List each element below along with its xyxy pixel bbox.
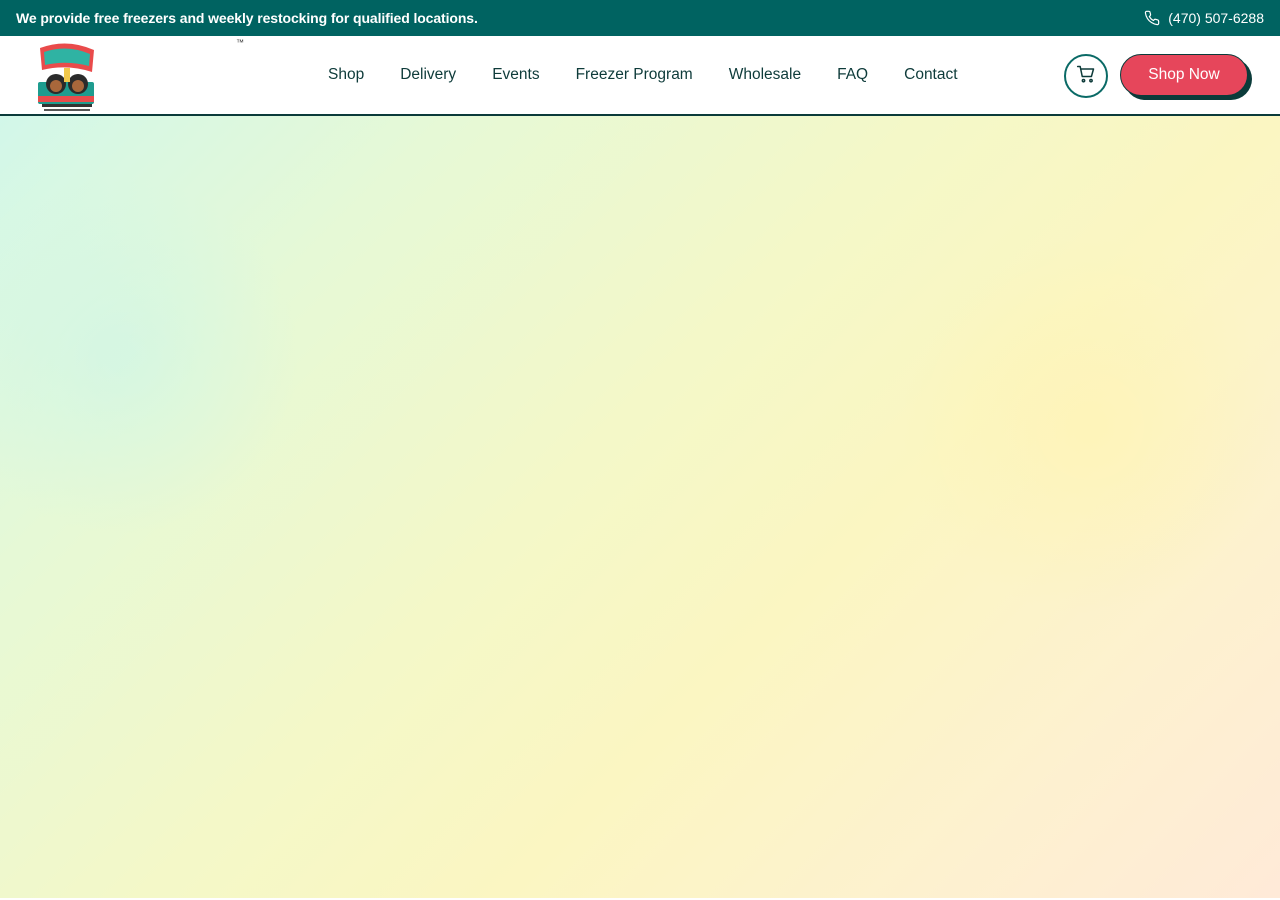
nav-contact[interactable]: Contact <box>886 66 975 84</box>
trademark-symbol: ™ <box>236 38 244 47</box>
phone-number: (470) 507-6288 <box>1168 10 1264 26</box>
cart-button[interactable] <box>1064 54 1108 98</box>
site-header: ™ Shop Delivery Events Freezer Program W… <box>0 36 1280 116</box>
shop-now-button[interactable]: Shop Now <box>1120 54 1248 96</box>
nav-faq[interactable]: FAQ <box>819 66 886 84</box>
cart-icon <box>1076 64 1096 89</box>
announcement-text: We provide free freezers and weekly rest… <box>16 10 478 26</box>
nav-shop[interactable]: Shop <box>310 66 382 84</box>
nav-wholesale[interactable]: Wholesale <box>711 66 819 84</box>
hero-section <box>0 116 1280 898</box>
hero-glow-right <box>900 236 1280 616</box>
announcement-bar: We provide free freezers and weekly rest… <box>0 0 1280 36</box>
hero-glow-left <box>0 176 300 536</box>
nav-freezer-program[interactable]: Freezer Program <box>558 66 711 84</box>
phone-link[interactable]: (470) 507-6288 <box>1144 10 1264 26</box>
site-logo[interactable] <box>34 38 100 114</box>
nav-events[interactable]: Events <box>474 66 557 84</box>
nav-delivery[interactable]: Delivery <box>382 66 474 84</box>
phone-icon <box>1144 10 1160 26</box>
main-nav: Shop Delivery Events Freezer Program Who… <box>310 36 976 114</box>
